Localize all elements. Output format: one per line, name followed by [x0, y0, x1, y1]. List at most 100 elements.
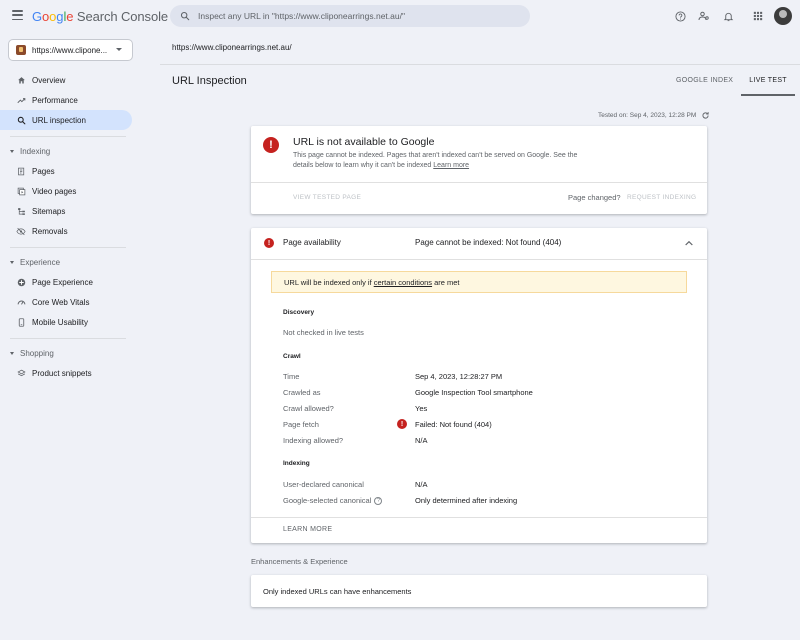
user-canonical-value: N/A [415, 480, 428, 489]
sidebar-item-overview[interactable]: Overview [0, 70, 132, 90]
home-icon [15, 74, 27, 86]
removals-icon [15, 225, 27, 237]
section-indexing[interactable]: Indexing [0, 141, 140, 161]
search-icon [15, 114, 27, 126]
sidebar-item-core-web-vitals[interactable]: Core Web Vitals [0, 292, 132, 312]
manage-users-icon[interactable] [694, 6, 714, 26]
sidebar-item-removals[interactable]: Removals [0, 221, 132, 241]
divider [251, 182, 707, 183]
sidebar-item-product-snippets[interactable]: Product snippets [0, 363, 132, 383]
inspected-url: https://www.cliponearrings.net.au/ [172, 43, 292, 52]
page-title: URL Inspection [172, 75, 247, 87]
learn-more-link[interactable]: Learn more [433, 162, 469, 169]
refresh-icon[interactable] [700, 110, 710, 120]
page-fetch-error-icon: ! [397, 419, 407, 429]
error-icon: ! [263, 137, 279, 153]
mobile-icon [15, 316, 27, 328]
sidebar: https://www.clipone... Overview Performa… [0, 32, 140, 640]
nav-divider [10, 136, 126, 137]
page-fetch-value: Failed: Not found (404) [415, 420, 492, 429]
product-name: Search Console [76, 9, 168, 24]
conditions-banner: URL will be indexed only if certain cond… [271, 271, 687, 293]
tab-live-test[interactable]: LIVE TEST [741, 66, 795, 96]
notifications-icon[interactable] [718, 6, 738, 26]
avatar[interactable] [774, 7, 792, 25]
sidebar-item-page-experience[interactable]: Page Experience [0, 272, 132, 292]
sidebar-item-video-pages[interactable]: Video pages [0, 181, 132, 201]
crawl-allowed-value: Yes [415, 404, 428, 413]
sidebar-item-sitemaps[interactable]: Sitemaps [0, 201, 132, 221]
pages-icon [15, 165, 27, 177]
discovery-heading: Discovery [283, 309, 315, 316]
page-availability-header[interactable]: ! Page availability Page cannot be index… [251, 228, 707, 259]
sidebar-item-url-inspection[interactable]: URL inspection [0, 110, 132, 130]
site-favicon [16, 45, 26, 55]
sidebar-item-pages[interactable]: Pages [0, 161, 132, 181]
tab-google-index[interactable]: GOOGLE INDEX [668, 66, 741, 96]
nav-list: Overview Performance URL inspection Inde… [0, 70, 140, 383]
page-experience-icon [15, 276, 27, 288]
status-title: URL is not available to Google [293, 136, 435, 148]
caret-down-icon [116, 48, 122, 51]
section-shopping[interactable]: Shopping [0, 343, 140, 363]
crawl-time-value: Sep 4, 2023, 12:28:27 PM [415, 372, 503, 381]
divider [251, 517, 707, 518]
search-icon [180, 11, 190, 21]
enhancements-card: Only indexed URLs can have enhancements [251, 575, 707, 607]
availability-label: Page availability [283, 238, 341, 247]
discovery-text: Not checked in live tests [283, 328, 364, 337]
section-experience[interactable]: Experience [0, 252, 140, 272]
help-circle-icon[interactable]: ? [374, 497, 383, 506]
search-console-logo[interactable]: Google Search Console [32, 9, 168, 24]
menu-icon[interactable] [12, 10, 23, 20]
gauge-icon [15, 296, 27, 308]
top-bar: Google Search Console [0, 0, 800, 32]
property-selector[interactable]: https://www.clipone... [8, 39, 133, 61]
request-indexing-button[interactable]: REQUEST INDEXING [627, 194, 696, 201]
availability-value: Page cannot be indexed: Not found (404) [415, 238, 562, 247]
video-pages-icon [15, 185, 27, 197]
tested-on-text: Tested on: Sep 4, 2023, 12:28 PM [598, 111, 697, 119]
sidebar-item-mobile-usability[interactable]: Mobile Usability [0, 312, 132, 332]
page-fetch-label: Page fetch [283, 420, 319, 429]
top-actions [666, 6, 792, 26]
enhancements-text: Only indexed URLs can have enhancements [263, 587, 412, 596]
certain-conditions-link[interactable]: certain conditions [374, 278, 432, 287]
user-canonical-label: User-declared canonical [283, 480, 364, 489]
search-input[interactable] [198, 11, 518, 21]
divider [251, 259, 707, 260]
help-icon[interactable] [670, 6, 690, 26]
tested-on: Tested on: Sep 4, 2023, 12:28 PM [598, 110, 710, 120]
status-card: ! URL is not available to Google This pa… [251, 126, 707, 214]
page-availability-card: ! Page availability Page cannot be index… [251, 228, 707, 543]
crawl-heading: Crawl [283, 353, 301, 360]
sitemap-icon [15, 205, 27, 217]
view-tested-page-button[interactable]: VIEW TESTED PAGE [293, 194, 361, 201]
chevron-up-icon[interactable] [685, 239, 693, 248]
status-description: This page cannot be indexed. Pages that … [293, 152, 578, 169]
property-url: https://www.clipone... [32, 45, 108, 55]
caret-down-icon [10, 149, 14, 153]
inspection-tabs: GOOGLE INDEX LIVE TEST [668, 66, 795, 96]
indexing-heading: Indexing [283, 460, 310, 467]
crawled-as-value: Google Inspection Tool smartphone [415, 388, 533, 397]
nav-divider [10, 338, 126, 339]
learn-more-button[interactable]: LEARN MORE [283, 526, 332, 533]
page-changed-label: Page changed? [568, 193, 621, 202]
nav-divider [10, 247, 126, 248]
apps-grid-icon[interactable] [748, 6, 768, 26]
crawl-time-label: Time [283, 372, 300, 381]
indexing-allowed-value: N/A [415, 436, 428, 445]
caret-down-icon [10, 260, 14, 264]
enhancements-heading: Enhancements & Experience [251, 557, 348, 566]
indexing-allowed-label: Indexing allowed? [283, 436, 344, 445]
trending-icon [15, 94, 27, 106]
caret-down-icon [10, 351, 14, 355]
google-canonical-value: Only determined after indexing [415, 496, 518, 505]
crawl-allowed-label: Crawl allowed? [283, 404, 334, 413]
header-divider [160, 64, 800, 65]
url-inspect-search[interactable] [170, 5, 530, 27]
crawled-as-label: Crawled as [283, 388, 321, 397]
sidebar-item-performance[interactable]: Performance [0, 90, 132, 110]
error-icon: ! [264, 238, 274, 248]
